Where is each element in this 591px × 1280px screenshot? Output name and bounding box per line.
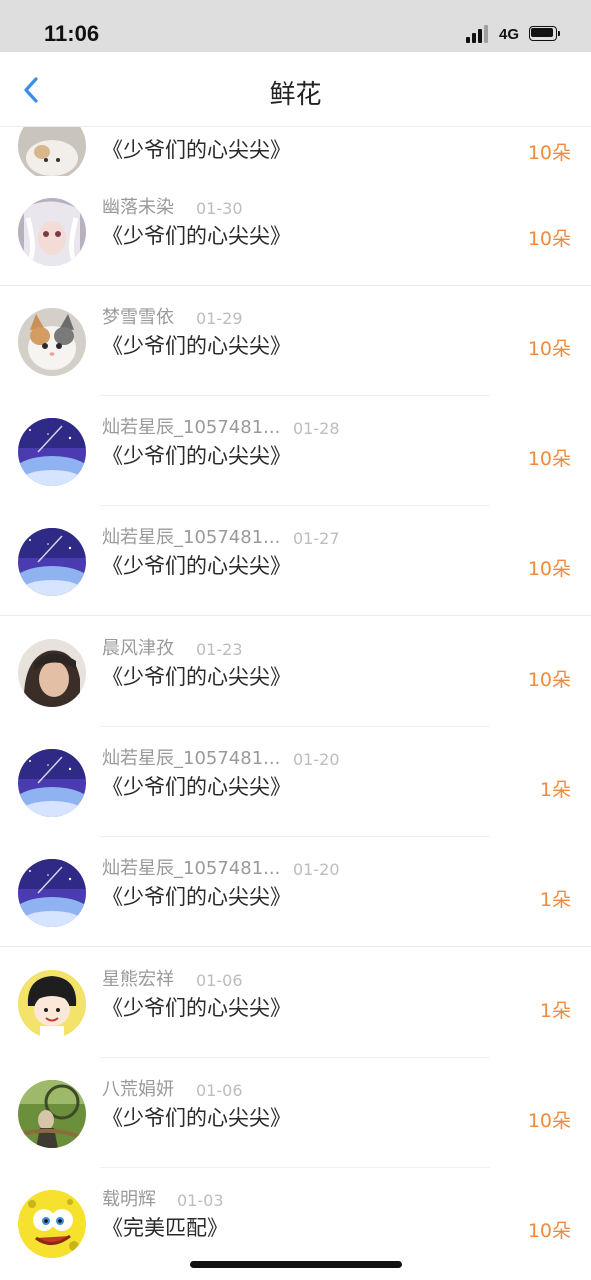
user-name: 灿若星辰_1057481... xyxy=(102,858,281,879)
gift-row[interactable]: 灿若星辰_1057481... 01-28 《少爷们的心尖尖》 10朵 xyxy=(0,396,591,506)
user-name: 星熊宏祥 xyxy=(102,969,174,990)
user-name: 八荒娟妍 xyxy=(102,1079,174,1100)
gift-date: 01-27 xyxy=(293,529,340,548)
sponge-avatar xyxy=(18,1190,86,1258)
user-name: 载明辉 xyxy=(102,1189,156,1210)
flower-gift-list: 《少爷们的心尖尖》 10朵 幽落未染 01-30 《少爷们的心尖尖》 10朵 梦… xyxy=(0,0,591,1280)
gift-row[interactable]: 灿若星辰_1057481... 01-27 《少爷们的心尖尖》 10朵 xyxy=(0,506,591,616)
flower-count: 1朵 xyxy=(539,889,571,911)
cartoon-girl-avatar xyxy=(18,970,86,1038)
gift-row[interactable]: 灿若星辰_1057481... 01-20 《少爷们的心尖尖》 1朵 xyxy=(0,727,591,837)
user-name: 晨风津孜 xyxy=(102,638,174,659)
gift-date: 01-29 xyxy=(196,309,243,328)
page-title: 鲜花 xyxy=(269,80,322,110)
gift-row[interactable]: 星熊宏祥 01-06 《少爷们的心尖尖》 1朵 xyxy=(0,948,591,1058)
flower-count: 1朵 xyxy=(539,779,571,801)
book-title: 《少爷们的心尖尖》 xyxy=(102,775,291,799)
book-title: 《少爷们的心尖尖》 xyxy=(102,138,291,162)
gift-date: 01-20 xyxy=(293,750,340,769)
gift-date: 01-06 xyxy=(196,1081,243,1100)
flower-count: 1朵 xyxy=(539,1000,571,1022)
user-name: 幽落未染 xyxy=(102,197,174,218)
gift-date: 01-30 xyxy=(196,199,243,218)
row-divider xyxy=(0,615,591,616)
starry-sky-avatar xyxy=(18,859,86,927)
user-name: 灿若星辰_1057481... xyxy=(102,417,281,438)
flower-count: 10朵 xyxy=(527,669,571,691)
book-title: 《少爷们的心尖尖》 xyxy=(102,444,291,468)
nav-bar: 鲜花 xyxy=(0,52,591,126)
flower-count: 10朵 xyxy=(527,1110,571,1132)
portrait-avatar xyxy=(18,639,86,707)
book-title: 《完美匹配》 xyxy=(102,1216,228,1240)
user-name: 灿若星辰_1057481... xyxy=(102,527,281,548)
outdoor-photo-avatar xyxy=(18,1080,86,1148)
user-name: 灿若星辰_1057481... xyxy=(102,748,281,769)
book-title: 《少爷们的心尖尖》 xyxy=(102,224,291,248)
book-title: 《少爷们的心尖尖》 xyxy=(102,885,291,909)
gift-date: 01-28 xyxy=(293,419,340,438)
flower-count: 10朵 xyxy=(527,338,571,360)
anime-girl-avatar xyxy=(18,198,86,266)
home-indicator xyxy=(190,1261,402,1268)
book-title: 《少爷们的心尖尖》 xyxy=(102,554,291,578)
starry-sky-avatar xyxy=(18,528,86,596)
user-name: 梦雪雪依 xyxy=(102,307,174,328)
gift-row[interactable]: 梦雪雪依 01-29 《少爷们的心尖尖》 10朵 xyxy=(0,286,591,396)
gift-date: 01-20 xyxy=(293,860,340,879)
book-title: 《少爷们的心尖尖》 xyxy=(102,996,291,1020)
gift-row[interactable]: 灿若星辰_1057481... 01-20 《少爷们的心尖尖》 1朵 xyxy=(0,837,591,947)
gift-row[interactable]: 幽落未染 01-30 《少爷们的心尖尖》 10朵 xyxy=(0,176,591,286)
gift-date: 01-23 xyxy=(196,640,243,659)
book-title: 《少爷们的心尖尖》 xyxy=(102,665,291,689)
flower-count: 10朵 xyxy=(527,142,571,164)
row-divider xyxy=(0,946,591,947)
starry-sky-avatar xyxy=(18,749,86,817)
flower-count: 10朵 xyxy=(527,1220,571,1242)
gift-date: 01-03 xyxy=(177,1191,224,1210)
gift-row[interactable]: 晨风津孜 01-23 《少爷们的心尖尖》 10朵 xyxy=(0,617,591,727)
book-title: 《少爷们的心尖尖》 xyxy=(102,334,291,358)
book-title: 《少爷们的心尖尖》 xyxy=(102,1106,291,1130)
starry-sky-avatar xyxy=(18,418,86,486)
gift-date: 01-06 xyxy=(196,971,243,990)
kitten-avatar xyxy=(18,308,86,376)
flower-count: 10朵 xyxy=(527,228,571,250)
flower-count: 10朵 xyxy=(527,558,571,580)
flower-count: 10朵 xyxy=(527,448,571,470)
gift-row[interactable]: 八荒娟妍 01-06 《少爷们的心尖尖》 10朵 xyxy=(0,1058,591,1168)
